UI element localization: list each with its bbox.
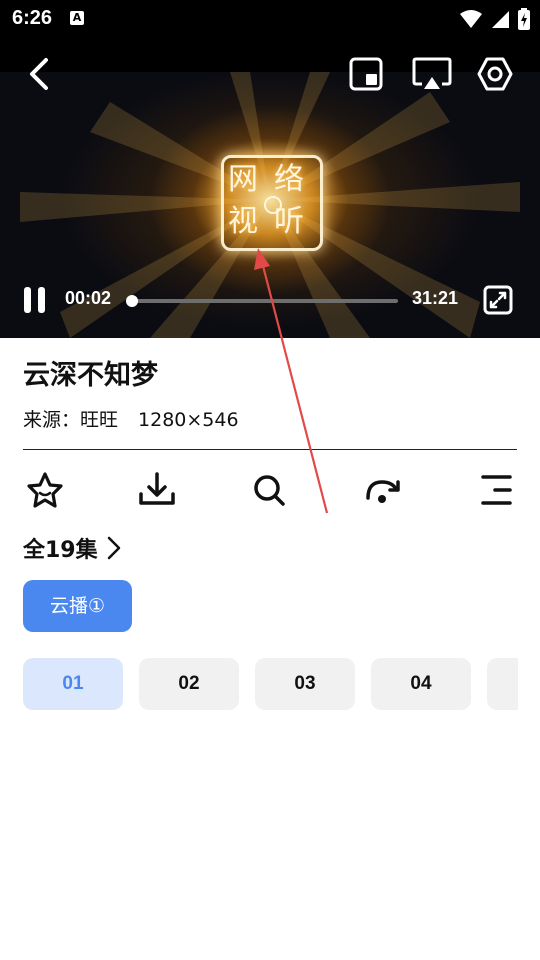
fullscreen-icon[interactable] [483,285,513,315]
picture-in-picture-icon [349,57,383,91]
divider [23,449,517,450]
episode-item-02[interactable]: 02 [139,658,239,710]
episode-list: 01 02 03 04 [23,658,518,710]
episode-list-button[interactable] [473,468,517,512]
download-button[interactable] [135,468,179,512]
episodes-count: 全19集 [23,538,98,563]
video-meta: 来源：旺旺 1280×546 [23,405,239,432]
chevron-left-icon [30,58,48,90]
chevron-right-icon [107,536,120,560]
action-bar [0,468,540,512]
source-tab-cloud[interactable]: 云播① [23,580,132,632]
video-source: 来源：旺旺 [23,409,119,431]
logo-char: 网 [228,162,258,197]
episodes-header[interactable]: 全19集 [23,532,122,564]
download-icon [139,472,175,505]
signal-icon [492,11,509,28]
logo-char: 视 [228,204,258,239]
star-icon [27,472,63,508]
search-button[interactable] [247,468,291,512]
episode-item-01[interactable]: 01 [23,658,123,710]
back-button[interactable] [22,56,58,92]
pip-button[interactable] [348,56,384,92]
menu-list-icon [481,475,512,505]
skip-button[interactable] [360,468,404,512]
status-bar: 6:26 A [0,0,540,38]
current-time: 00:02 [65,288,112,308]
status-icons [460,8,530,30]
video-title: 云深不知梦 [23,360,158,391]
search-icon [254,475,285,506]
playback-controls: 00:02 31:21 [0,283,540,317]
favorite-button[interactable] [23,468,67,512]
video-resolution: 1280×546 [138,409,239,431]
gear-icon [477,57,513,91]
status-time: 6:26 [12,7,53,29]
wifi-icon [460,10,482,28]
seek-thumb[interactable] [126,295,139,307]
episode-item-03[interactable]: 03 [255,658,355,710]
video-logo: 网 络 视 听 [221,155,323,251]
notification-icon: A [70,11,84,25]
pause-icon[interactable] [22,286,48,314]
total-time: 31:21 [412,288,459,308]
video-player[interactable]: 网 络 视 听 00:02 31:21 [0,38,540,338]
logo-play-icon [264,196,282,214]
logo-char: 络 [274,162,304,197]
settings-button[interactable] [477,56,513,92]
airplay-icon [412,57,452,89]
battery-icon [518,8,530,30]
episode-item-04[interactable]: 04 [371,658,471,710]
cast-next-icon [366,480,400,503]
seek-bar[interactable] [126,295,398,307]
episode-item-05[interactable] [487,658,518,710]
cast-button[interactable] [412,56,452,92]
